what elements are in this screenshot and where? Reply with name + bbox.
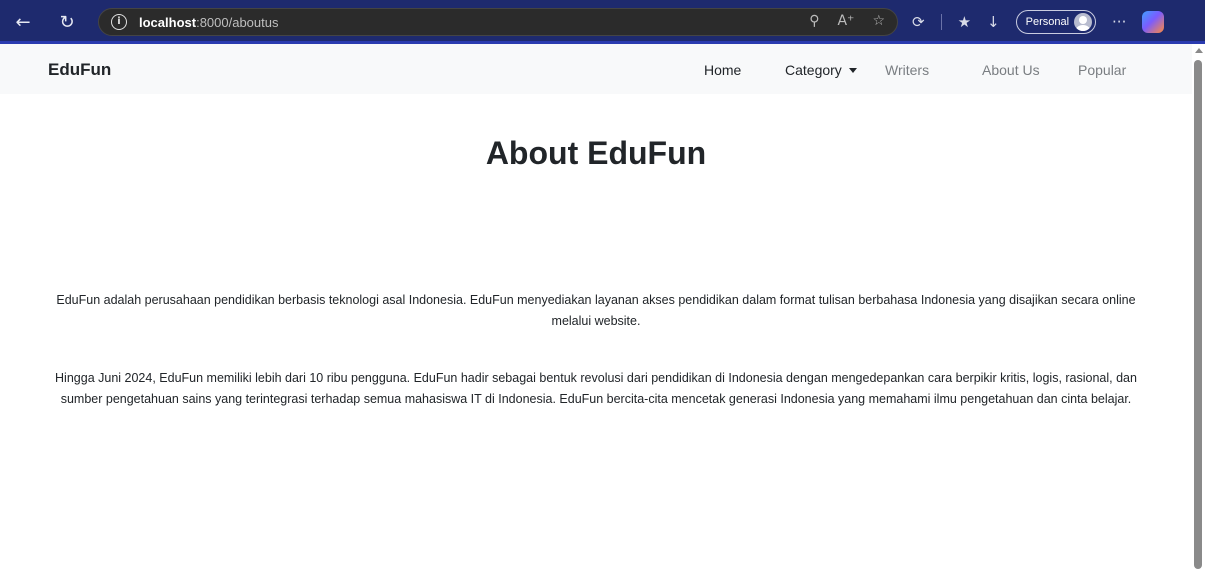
nav-category-label: Category: [785, 62, 842, 78]
nav-category-dropdown[interactable]: Category: [785, 62, 857, 78]
browser-toolbar: ← ↻ i localhost :8000/aboutus ⚲ A⁺ ☆ ⟳ ★…: [0, 0, 1205, 44]
more-icon[interactable]: ···: [1112, 13, 1126, 31]
scroll-thumb[interactable]: [1194, 60, 1202, 569]
reload-icon[interactable]: ↻: [52, 7, 82, 37]
favorite-star-icon[interactable]: ☆: [872, 13, 885, 29]
scroll-up-arrow-icon[interactable]: [1195, 48, 1203, 53]
back-arrow-icon[interactable]: ←: [8, 7, 38, 37]
page-scrollbar[interactable]: [1192, 44, 1205, 569]
zoom-icon[interactable]: ⚲: [809, 13, 819, 29]
site-navbar: EduFun Home Category Writers About Us Po…: [0, 44, 1192, 94]
url-host: localhost: [139, 14, 197, 30]
nav-about-us[interactable]: About Us: [982, 62, 1040, 78]
caret-down-icon: [848, 68, 857, 73]
nav-writers[interactable]: Writers: [885, 62, 929, 78]
nav-home[interactable]: Home: [704, 62, 741, 78]
brand-logo[interactable]: EduFun: [48, 60, 111, 80]
address-bar-icons: ⚲ A⁺ ☆: [809, 13, 885, 29]
extensions-icon[interactable]: ⟳: [912, 13, 925, 31]
copilot-icon[interactable]: [1142, 11, 1165, 33]
read-aloud-icon[interactable]: A⁺: [837, 13, 854, 29]
about-paragraph-1: EduFun adalah perusahaan pendidikan berb…: [56, 293, 1136, 328]
page-title: About EduFun: [485, 135, 707, 171]
profile-label: Personal: [1025, 16, 1070, 28]
site-info-icon[interactable]: i: [111, 14, 127, 30]
favorites-icon[interactable]: ★: [958, 13, 971, 31]
toolbar-divider: [940, 14, 942, 30]
browser-actions: ⟳ ★ ↓ Personal ···: [912, 8, 1165, 36]
nav-popular[interactable]: Popular: [1078, 62, 1126, 78]
url-path: :8000/aboutus: [196, 14, 279, 30]
profile-button[interactable]: Personal: [1015, 10, 1097, 34]
address-bar[interactable]: i localhost :8000/aboutus ⚲ A⁺ ☆: [98, 8, 898, 36]
download-icon[interactable]: ↓: [987, 13, 1000, 31]
about-paragraph-2: Hingga Juni 2024, EduFun memiliki lebih …: [55, 371, 1137, 406]
avatar: [1074, 13, 1093, 31]
